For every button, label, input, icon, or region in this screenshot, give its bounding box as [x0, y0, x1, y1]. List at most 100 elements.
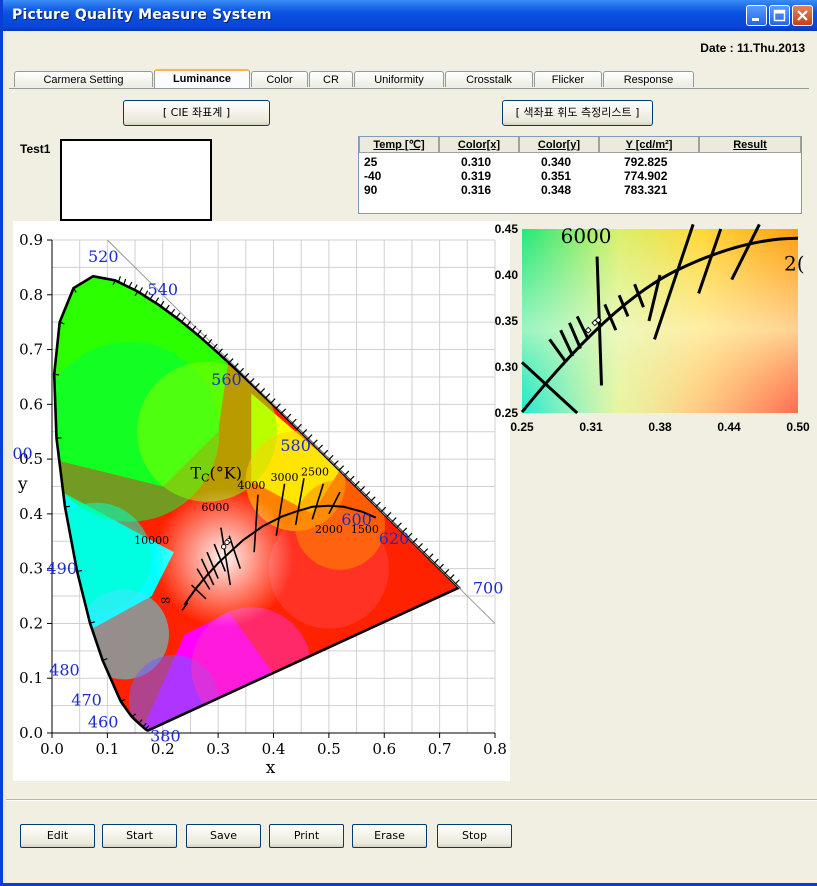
zoom-x-tick-label: 0.25	[510, 420, 534, 434]
cell-color-x: 0.310	[461, 155, 492, 169]
wavelength-tick	[396, 522, 402, 528]
wavelength-label: 620	[379, 529, 410, 548]
close-button[interactable]	[792, 5, 813, 26]
x-tick-label: 0.4	[262, 740, 286, 758]
cct-label: 1500	[351, 523, 379, 536]
wavelength-label: 580	[280, 436, 311, 455]
cell-luminance: 792.825	[624, 155, 668, 169]
zoom-x-tick-label: 0.38	[648, 420, 672, 434]
wavelength-tick	[165, 304, 170, 311]
header-temp[interactable]: Temp [℃]	[359, 137, 439, 153]
wavelength-tick	[344, 470, 350, 476]
print-button[interactable]: Print	[269, 824, 344, 848]
wavelength-tick	[281, 408, 287, 414]
y-tick-label: 0.7	[19, 341, 43, 359]
cell-temp: 25	[364, 155, 378, 169]
tab-divider	[9, 88, 809, 89]
tab-uniformity[interactable]: Uniformity	[354, 71, 444, 87]
x-tick-label: 0.7	[428, 740, 452, 758]
zoom-x-tick-label: 0.44	[717, 420, 741, 434]
zoom-cct-label: 6000	[561, 224, 612, 248]
color-luminance-list-button[interactable]: [ 색좌표 휘도 측정리스트 ]	[502, 100, 653, 126]
wavelength-label: 700	[473, 578, 504, 597]
wavelength-tick	[412, 537, 418, 543]
start-button[interactable]: Start	[102, 824, 177, 848]
cell-color-x: 0.319	[461, 169, 492, 183]
data-point	[221, 544, 227, 550]
zoom-y-tick-label: 0.35	[495, 314, 519, 328]
cie-coordinate-button[interactable]: [ CIE 좌표계 ]	[123, 100, 270, 126]
tc-subscript: C	[201, 471, 209, 484]
tab-flicker[interactable]: Flicker	[534, 71, 602, 87]
x-tick-label: 0.8	[483, 740, 507, 758]
tab-camera-setting[interactable]: Carmera Setting	[14, 71, 153, 87]
x-axis-label: x	[266, 758, 276, 778]
wavelength-tick	[249, 377, 255, 384]
wavelength-label: 470	[71, 691, 102, 710]
header-color-x[interactable]: Color[x]	[439, 137, 519, 153]
wavelength-tick	[254, 382, 260, 389]
tab-response[interactable]: Response	[603, 71, 694, 87]
wavelength-tick	[260, 387, 266, 394]
wavelength-label: 480	[49, 660, 80, 679]
app-window: Picture Quality Measure System Date : 11…	[0, 0, 817, 886]
cell-color-x: 0.316	[461, 183, 492, 197]
data-point	[224, 539, 230, 546]
wavelength-label: 540	[147, 280, 178, 299]
zoom-y-tick-label: 0.45	[495, 223, 519, 236]
wavelength-tick	[423, 548, 429, 554]
wavelength-tick	[433, 558, 439, 564]
x-tick-label: 0.5	[317, 740, 341, 758]
header-result[interactable]: Result	[699, 137, 801, 153]
wavelength-tick	[64, 505, 71, 508]
x-tick-label: 0.3	[206, 740, 230, 758]
header-color-y[interactable]: Color[y]	[519, 137, 599, 153]
save-button[interactable]: Save	[186, 824, 261, 848]
y-tick-label: 0.9	[19, 231, 43, 249]
y-tick-label: 0.2	[19, 614, 43, 632]
tab-color[interactable]: Color	[251, 71, 308, 87]
measurement-table[interactable]: Temp [℃] Color[x] Color[y] Y [cd/m²] Res…	[358, 136, 802, 214]
wavelength-tick	[391, 517, 397, 523]
zoom-x-tick-label: 0.31	[579, 420, 603, 434]
cie-diagram: 0.0 0.1 0.2 0.3 0.4 0.5 0.6 0.7 0.80.00.10.20.30…	[2, 231, 507, 778]
wavelength-tick	[365, 491, 371, 497]
cell-luminance: 774.902	[624, 169, 668, 183]
erase-button[interactable]: Erase	[352, 824, 427, 848]
wavelength-label: 560	[211, 370, 242, 389]
tab-luminance[interactable]: Luminance	[154, 69, 250, 88]
tab-cr[interactable]: CR	[309, 71, 353, 87]
cct-label: 2500	[301, 466, 329, 479]
wavelength-tick	[375, 501, 381, 507]
tab-crosstalk[interactable]: Crosstalk	[445, 71, 533, 87]
wavelength-tick	[381, 506, 387, 512]
cct-label: 6000	[201, 501, 229, 514]
wavelength-tick	[323, 449, 329, 455]
header-luminance[interactable]: Y [cd/m²]	[599, 137, 699, 153]
cct-label: 4000	[237, 479, 265, 492]
table-row[interactable]: 90 0.316 0.348 783.321	[359, 183, 801, 197]
wavelength-label: 520	[88, 247, 119, 266]
stop-button[interactable]: Stop	[437, 824, 512, 848]
wavelength-tick	[354, 480, 360, 486]
wavelength-tick	[333, 460, 339, 466]
zoom-x-tick-label: 0.50	[786, 420, 810, 434]
zoom-diagram: 6000 2(0.25 0.31 0.38 0.44 0.50 0.45 0.40 0.35 0.…	[495, 222, 810, 434]
maximize-button[interactable]	[769, 5, 790, 26]
cie-chart-panel: 0.0 0.1 0.2 0.3 0.4 0.5 0.6 0.7 0.8 0.0 0.1 0.2 0.3 0…	[2, 221, 510, 781]
wavelength-tick	[191, 325, 197, 331]
x-tick-label: 0.0	[40, 740, 64, 758]
wavelength-tick	[428, 553, 434, 559]
infinity-label: ∞	[160, 592, 172, 608]
cell-color-y: 0.348	[541, 183, 572, 197]
minimize-button[interactable]	[746, 5, 767, 26]
table-row[interactable]: -40 0.319 0.351 774.902	[359, 169, 801, 183]
x-tick-label: 0.1	[95, 740, 119, 758]
edit-button[interactable]: Edit	[20, 824, 95, 848]
table-row[interactable]: 25 0.310 0.340 792.825	[359, 155, 801, 169]
y-tick-label: 0.4	[19, 505, 43, 523]
title-bar[interactable]: Picture Quality Measure System	[3, 0, 817, 31]
wavelength-tick	[449, 574, 455, 580]
wavelength-tick	[138, 287, 143, 293]
client-area: Date : 11.Thu.2013 Carmera Setting Lumin…	[2, 31, 817, 883]
